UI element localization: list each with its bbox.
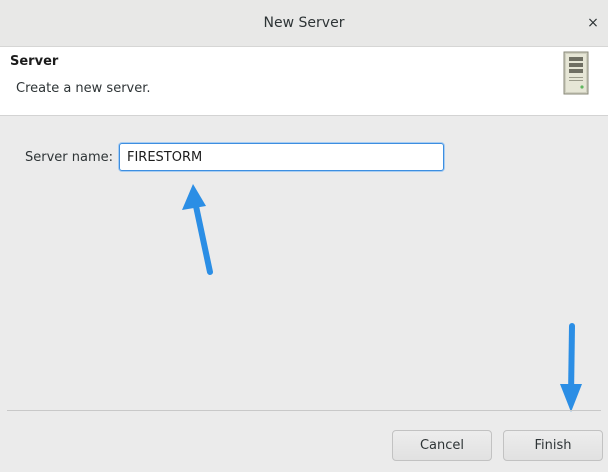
cancel-button[interactable]: Cancel <box>392 430 492 461</box>
footer-separator <box>7 410 601 411</box>
window-titlebar: New Server × <box>0 0 608 47</box>
annotation-arrow-down-icon <box>560 323 582 412</box>
wizard-title: Server <box>10 54 59 69</box>
wizard-description: Create a new server. <box>16 81 151 96</box>
server-name-input[interactable] <box>119 143 444 171</box>
server-icon <box>563 51 589 95</box>
close-button[interactable]: × <box>584 14 602 32</box>
window-title: New Server <box>263 15 345 31</box>
annotation-arrow-up-icon <box>182 184 213 275</box>
finish-button[interactable]: Finish <box>503 430 603 461</box>
server-name-label: Server name: <box>25 150 114 165</box>
close-icon: × <box>587 15 599 31</box>
wizard-header: Server Create a new server. <box>0 47 608 116</box>
